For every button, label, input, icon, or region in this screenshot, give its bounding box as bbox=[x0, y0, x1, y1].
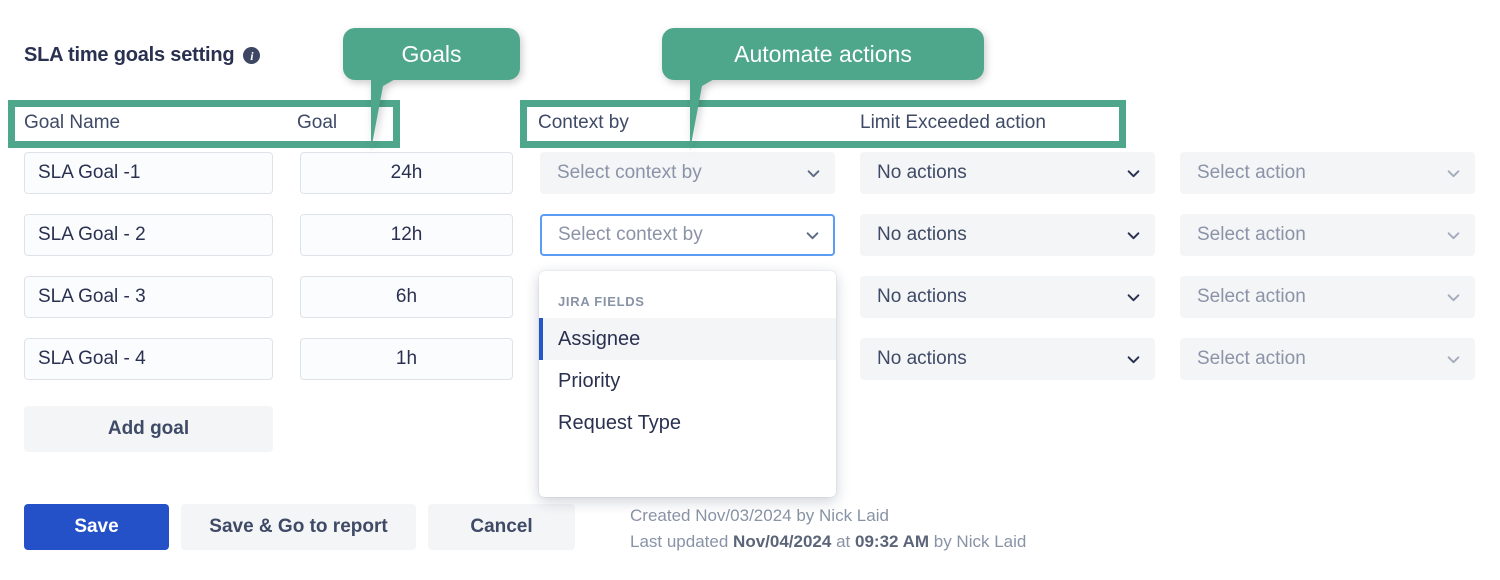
page-title: SLA time goals setting i bbox=[24, 44, 260, 67]
limit-exceeded-action-select-1[interactable]: No actions bbox=[860, 152, 1155, 194]
column-header-goal-name: Goal Name bbox=[24, 112, 120, 134]
limit-exceeded-action-select-3[interactable]: No actions bbox=[860, 276, 1155, 318]
action-select-1-value: Select action bbox=[1197, 162, 1306, 184]
goal-name-input-3[interactable]: SLA Goal - 3 bbox=[24, 276, 273, 318]
add-goal-button[interactable]: Add goal bbox=[24, 406, 273, 452]
goal-name-input-1[interactable]: SLA Goal -1 bbox=[24, 152, 273, 194]
last-updated-by: by Nick Laid bbox=[934, 532, 1027, 551]
context-by-select-2-value: Select context by bbox=[558, 224, 703, 246]
chevron-down-icon bbox=[1447, 229, 1460, 242]
limit-exceeded-action-select-4-value: No actions bbox=[877, 348, 967, 370]
action-select-2[interactable]: Select action bbox=[1180, 214, 1475, 256]
chevron-down-icon bbox=[1447, 167, 1460, 180]
chevron-down-icon bbox=[1127, 353, 1140, 366]
action-select-1[interactable]: Select action bbox=[1180, 152, 1475, 194]
limit-exceeded-action-select-2-value: No actions bbox=[877, 224, 967, 246]
callout-goals: Goals bbox=[343, 28, 520, 80]
chevron-down-icon bbox=[1127, 291, 1140, 304]
limit-exceeded-action-select-1-value: No actions bbox=[877, 162, 967, 184]
chevron-down-icon bbox=[807, 167, 820, 180]
action-select-4-value: Select action bbox=[1197, 348, 1306, 370]
chevron-down-icon bbox=[806, 229, 819, 242]
chevron-down-icon bbox=[1447, 291, 1460, 304]
chevron-down-icon bbox=[1127, 167, 1140, 180]
goal-duration-input-4[interactable]: 1h bbox=[300, 338, 513, 380]
action-select-3[interactable]: Select action bbox=[1180, 276, 1475, 318]
goal-duration-input-3[interactable]: 6h bbox=[300, 276, 513, 318]
info-icon[interactable]: i bbox=[243, 47, 260, 64]
context-by-select-1[interactable]: Select context by bbox=[540, 152, 835, 194]
limit-exceeded-action-select-4[interactable]: No actions bbox=[860, 338, 1155, 380]
last-updated-at-word: at bbox=[836, 532, 850, 551]
context-by-dropdown-menu: JIRA FIELDS Assignee Priority Request Ty… bbox=[539, 271, 836, 497]
callout-automate-actions: Automate actions bbox=[662, 28, 984, 80]
limit-exceeded-action-select-2[interactable]: No actions bbox=[860, 214, 1155, 256]
goal-duration-input-1[interactable]: 24h bbox=[300, 152, 513, 194]
chevron-down-icon bbox=[1127, 229, 1140, 242]
sla-time-goals-page: SLA time goals setting i Goal Name Goal … bbox=[0, 0, 1500, 580]
page-title-text: SLA time goals setting bbox=[24, 44, 234, 67]
callout-goals-label: Goals bbox=[401, 41, 461, 68]
callout-automate-actions-tail bbox=[690, 78, 716, 150]
chevron-down-icon bbox=[1447, 353, 1460, 366]
last-updated-date: Nov/04/2024 bbox=[733, 532, 831, 551]
callout-goals-tail bbox=[371, 78, 397, 150]
column-header-goal: Goal bbox=[297, 112, 337, 134]
dropdown-group-label: JIRA FIELDS bbox=[539, 288, 836, 318]
created-meta: Created Nov/03/2024 by Nick Laid bbox=[630, 506, 889, 526]
last-updated-label: Last updated bbox=[630, 532, 728, 551]
last-updated-time: 09:32 AM bbox=[855, 532, 929, 551]
context-by-select-1-value: Select context by bbox=[557, 162, 702, 184]
dropdown-item-priority[interactable]: Priority bbox=[539, 360, 836, 402]
goal-name-input-2[interactable]: SLA Goal - 2 bbox=[24, 214, 273, 256]
save-button[interactable]: Save bbox=[24, 504, 169, 550]
column-header-limit-exceeded-action: Limit Exceeded action bbox=[860, 112, 1046, 134]
goal-duration-input-2[interactable]: 12h bbox=[300, 214, 513, 256]
callout-automate-actions-label: Automate actions bbox=[734, 41, 912, 68]
last-updated-meta: Last updated Nov/04/2024 at 09:32 AM by … bbox=[630, 532, 1026, 552]
context-by-select-2[interactable]: Select context by bbox=[540, 214, 835, 256]
dropdown-item-request-type[interactable]: Request Type bbox=[539, 402, 836, 444]
limit-exceeded-action-select-3-value: No actions bbox=[877, 286, 967, 308]
column-header-context-by: Context by bbox=[538, 112, 629, 134]
goal-name-input-4[interactable]: SLA Goal - 4 bbox=[24, 338, 273, 380]
action-select-2-value: Select action bbox=[1197, 224, 1306, 246]
cancel-button[interactable]: Cancel bbox=[428, 504, 575, 550]
dropdown-item-assignee[interactable]: Assignee bbox=[539, 318, 836, 360]
action-select-3-value: Select action bbox=[1197, 286, 1306, 308]
action-select-4[interactable]: Select action bbox=[1180, 338, 1475, 380]
save-and-go-to-report-button[interactable]: Save & Go to report bbox=[181, 504, 416, 550]
